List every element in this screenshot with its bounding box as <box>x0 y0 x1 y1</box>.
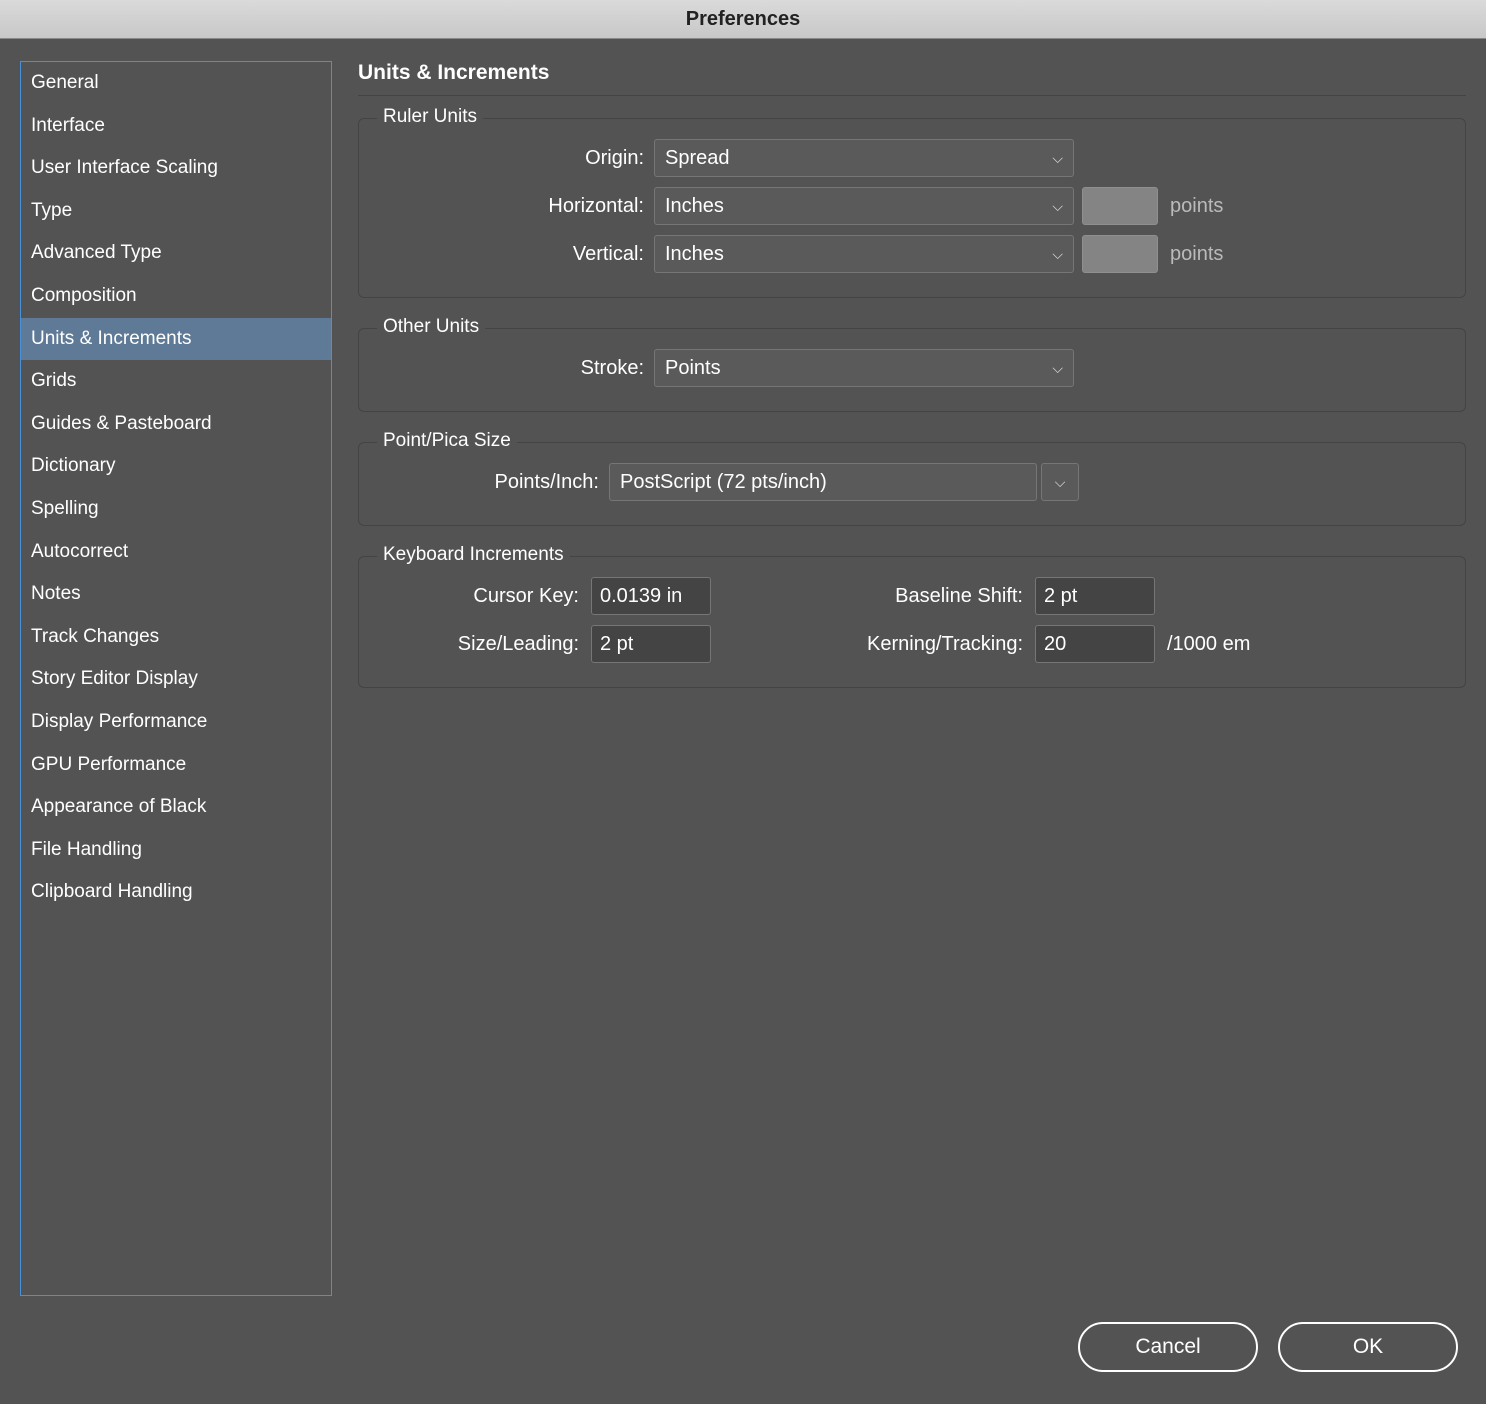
chevron-down-icon: ⌵ <box>1052 246 1063 263</box>
sidebar-item-story-editor-display[interactable]: Story Editor Display <box>21 658 331 701</box>
sidebar-item-clipboard-handling[interactable]: Clipboard Handling <box>21 871 331 914</box>
label-points-per-inch: Points/Inch: <box>379 471 609 494</box>
label-horizontal-points: points <box>1170 195 1223 218</box>
label-vertical-points: points <box>1170 243 1223 266</box>
label-kerning-tracking: Kerning/Tracking: <box>723 633 1023 656</box>
main-area: General Interface User Interface Scaling… <box>0 39 1486 1404</box>
chevron-down-icon: ⌵ <box>1055 474 1066 491</box>
label-stroke: Stroke: <box>379 357 654 380</box>
chevron-down-icon: ⌵ <box>1052 198 1063 215</box>
sidebar-item-gpu-performance[interactable]: GPU Performance <box>21 744 331 787</box>
sidebar-item-notes[interactable]: Notes <box>21 573 331 616</box>
select-horizontal-value: Inches <box>665 195 724 218</box>
combo-points-text[interactable]: PostScript (72 pts/inch) <box>609 463 1037 501</box>
select-origin-value: Spread <box>665 147 730 170</box>
sidebar-item-spelling[interactable]: Spelling <box>21 488 331 531</box>
label-horizontal: Horizontal: <box>379 195 654 218</box>
sidebar-item-guides-pasteboard[interactable]: Guides & Pasteboard <box>21 403 331 446</box>
sidebar-label: Advanced Type <box>31 242 162 263</box>
sidebar-label: Notes <box>31 583 81 604</box>
sidebar-label: Type <box>31 200 72 221</box>
sidebar-item-grids[interactable]: Grids <box>21 360 331 403</box>
ok-label: OK <box>1353 1335 1383 1359</box>
sidebar-item-appearance-black[interactable]: Appearance of Black <box>21 786 331 829</box>
chevron-down-icon: ⌵ <box>1052 150 1063 167</box>
sidebar-label: Autocorrect <box>31 541 128 562</box>
label-origin: Origin: <box>379 147 654 170</box>
sidebar-item-track-changes[interactable]: Track Changes <box>21 616 331 659</box>
sidebar-label: Interface <box>31 115 105 136</box>
legend-keyboard-increments: Keyboard Increments <box>377 544 570 566</box>
sidebar-label: Grids <box>31 370 76 391</box>
legend-other-units: Other Units <box>377 316 485 338</box>
fieldset-keyboard-increments: Keyboard Increments Cursor Key: Baseline… <box>358 556 1466 688</box>
sidebar-label: User Interface Scaling <box>31 157 218 178</box>
cancel-label: Cancel <box>1135 1335 1200 1359</box>
window-title: Preferences <box>686 8 801 31</box>
select-horizontal[interactable]: Inches ⌵ <box>654 187 1074 225</box>
sidebar-label: Composition <box>31 285 137 306</box>
ok-button[interactable]: OK <box>1278 1322 1458 1372</box>
sidebar-item-dictionary[interactable]: Dictionary <box>21 445 331 488</box>
combo-points-per-inch[interactable]: PostScript (72 pts/inch) ⌵ <box>609 463 1079 501</box>
label-baseline-shift: Baseline Shift: <box>723 585 1023 608</box>
sidebar-label: Display Performance <box>31 711 207 732</box>
panel-heading: Units & Increments <box>358 61 1466 96</box>
label-size-leading: Size/Leading: <box>379 633 579 656</box>
combo-points-dropdown-button[interactable]: ⌵ <box>1041 463 1079 501</box>
legend-point-pica: Point/Pica Size <box>377 430 517 452</box>
upper-area: General Interface User Interface Scaling… <box>20 61 1466 1296</box>
sidebar-label: Story Editor Display <box>31 668 198 689</box>
input-size-leading[interactable] <box>591 625 711 663</box>
sidebar: General Interface User Interface Scaling… <box>20 61 332 1296</box>
sidebar-label: GPU Performance <box>31 754 186 775</box>
label-cursor-key: Cursor Key: <box>379 585 579 608</box>
content-panel: Units & Increments Ruler Units Origin: S… <box>358 61 1466 1296</box>
input-baseline-shift[interactable] <box>1035 577 1155 615</box>
horizontal-points-box: points <box>1082 187 1223 225</box>
select-vertical-value: Inches <box>665 243 724 266</box>
chevron-down-icon: ⌵ <box>1052 360 1063 377</box>
sidebar-label: File Handling <box>31 839 142 860</box>
sidebar-label: Track Changes <box>31 626 159 647</box>
readonly-horizontal-points <box>1082 187 1158 225</box>
input-kerning-tracking[interactable] <box>1035 625 1155 663</box>
label-kerning-suffix: /1000 em <box>1167 633 1445 656</box>
sidebar-item-composition[interactable]: Composition <box>21 275 331 318</box>
sidebar-item-units-increments[interactable]: Units & Increments <box>21 318 331 361</box>
combo-points-value: PostScript (72 pts/inch) <box>620 471 827 494</box>
fieldset-ruler-units: Ruler Units Origin: Spread ⌵ Horizontal:… <box>358 118 1466 298</box>
vertical-points-box: points <box>1082 235 1223 273</box>
sidebar-item-type[interactable]: Type <box>21 190 331 233</box>
select-vertical[interactable]: Inches ⌵ <box>654 235 1074 273</box>
sidebar-item-ui-scaling[interactable]: User Interface Scaling <box>21 147 331 190</box>
sidebar-item-interface[interactable]: Interface <box>21 105 331 148</box>
cancel-button[interactable]: Cancel <box>1078 1322 1258 1372</box>
label-vertical: Vertical: <box>379 243 654 266</box>
sidebar-item-display-performance[interactable]: Display Performance <box>21 701 331 744</box>
sidebar-label: Dictionary <box>31 455 115 476</box>
sidebar-label: Guides & Pasteboard <box>31 413 212 434</box>
dialog-buttons: Cancel OK <box>20 1322 1466 1382</box>
fieldset-other-units: Other Units Stroke: Points ⌵ <box>358 328 1466 412</box>
sidebar-item-file-handling[interactable]: File Handling <box>21 829 331 872</box>
select-origin[interactable]: Spread ⌵ <box>654 139 1074 177</box>
sidebar-label: Units & Increments <box>31 328 192 349</box>
sidebar-item-advanced-type[interactable]: Advanced Type <box>21 232 331 275</box>
readonly-vertical-points <box>1082 235 1158 273</box>
sidebar-label: Appearance of Black <box>31 796 206 817</box>
sidebar-label: Clipboard Handling <box>31 881 193 902</box>
select-stroke-value: Points <box>665 357 721 380</box>
legend-ruler-units: Ruler Units <box>377 106 483 128</box>
sidebar-label: General <box>31 72 99 93</box>
sidebar-label: Spelling <box>31 498 99 519</box>
select-stroke[interactable]: Points ⌵ <box>654 349 1074 387</box>
title-bar: Preferences <box>0 0 1486 39</box>
sidebar-item-autocorrect[interactable]: Autocorrect <box>21 531 331 574</box>
input-cursor-key[interactable] <box>591 577 711 615</box>
sidebar-item-general[interactable]: General <box>21 62 331 105</box>
fieldset-point-pica: Point/Pica Size Points/Inch: PostScript … <box>358 442 1466 526</box>
